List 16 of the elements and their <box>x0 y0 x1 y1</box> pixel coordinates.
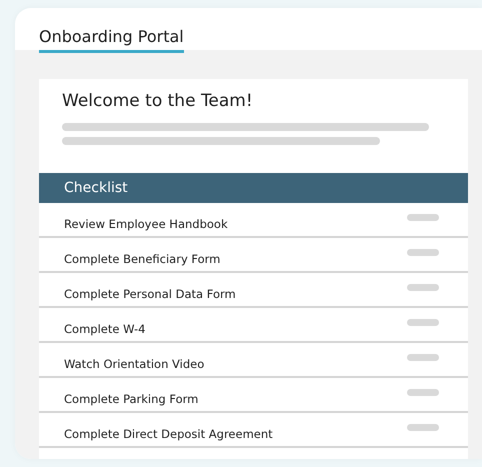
status-pill <box>407 284 439 291</box>
status-pill <box>407 424 439 431</box>
welcome-heading: Welcome to the Team! <box>62 91 254 111</box>
status-pill <box>407 249 439 256</box>
status-pill <box>407 389 439 396</box>
checklist-item[interactable]: Complete Direct Deposit Agreement <box>39 413 468 448</box>
checklist-item[interactable]: Complete Personal Data Form <box>39 273 468 308</box>
checklist-item[interactable]: Complete W-4 <box>39 308 468 343</box>
checklist-item[interactable]: Complete Beneficiary Form <box>39 238 468 273</box>
status-pill <box>407 354 439 361</box>
checklist-item[interactable]: Complete Parking Form <box>39 378 468 413</box>
checklist-item[interactable]: Review Employee Handbook <box>39 203 468 238</box>
checklist-title: Checklist <box>64 180 128 196</box>
checklist-item[interactable]: Watch Orientation Video <box>39 343 468 378</box>
status-pill <box>407 319 439 326</box>
status-pill <box>407 214 439 221</box>
